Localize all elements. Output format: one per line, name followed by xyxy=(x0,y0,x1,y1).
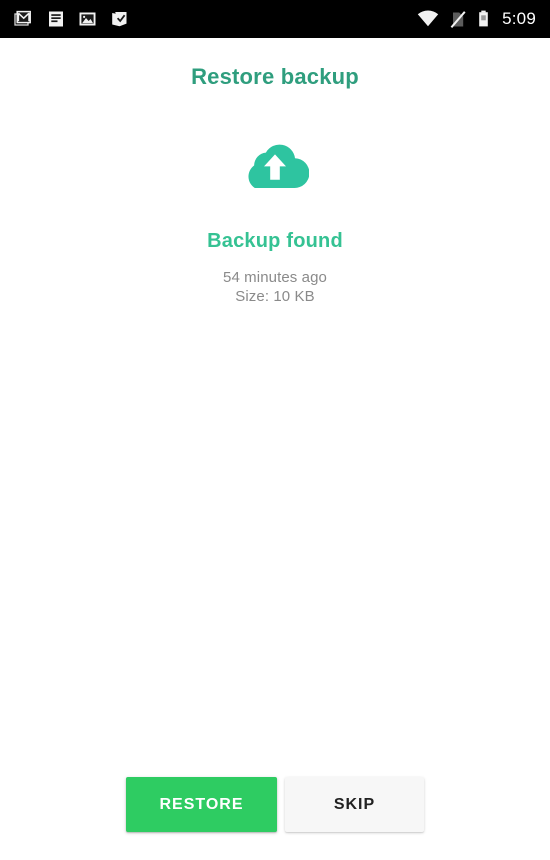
system-status-icons: 5:09 xyxy=(417,9,536,29)
backup-status-label: Backup found xyxy=(207,230,343,252)
status-bar-clock: 5:09 xyxy=(502,9,536,28)
backup-size: Size: 10 KB xyxy=(235,288,315,305)
battery-icon xyxy=(477,9,490,29)
cloud-upload-icon xyxy=(241,138,310,195)
checkmark-icon xyxy=(110,9,129,29)
photo-icon xyxy=(78,9,97,29)
no-sim-icon xyxy=(449,10,467,29)
backup-age: 54 minutes ago xyxy=(223,269,327,286)
restore-backup-screen: Restore backup Backup found 54 minutes a… xyxy=(0,38,550,860)
document-icon xyxy=(47,9,65,29)
status-bar[interactable]: 5:09 xyxy=(0,0,550,38)
gmail-icon xyxy=(14,9,34,29)
wifi-icon xyxy=(417,10,439,28)
action-button-row: RESTORE SKIP xyxy=(126,777,424,832)
notification-icons xyxy=(14,9,129,29)
page-title: Restore backup xyxy=(191,64,359,89)
restore-button[interactable]: RESTORE xyxy=(126,777,277,832)
backup-meta: 54 minutes ago Size: 10 KB xyxy=(0,268,550,306)
skip-button[interactable]: SKIP xyxy=(285,777,424,832)
cloud-icon-container xyxy=(0,138,550,195)
